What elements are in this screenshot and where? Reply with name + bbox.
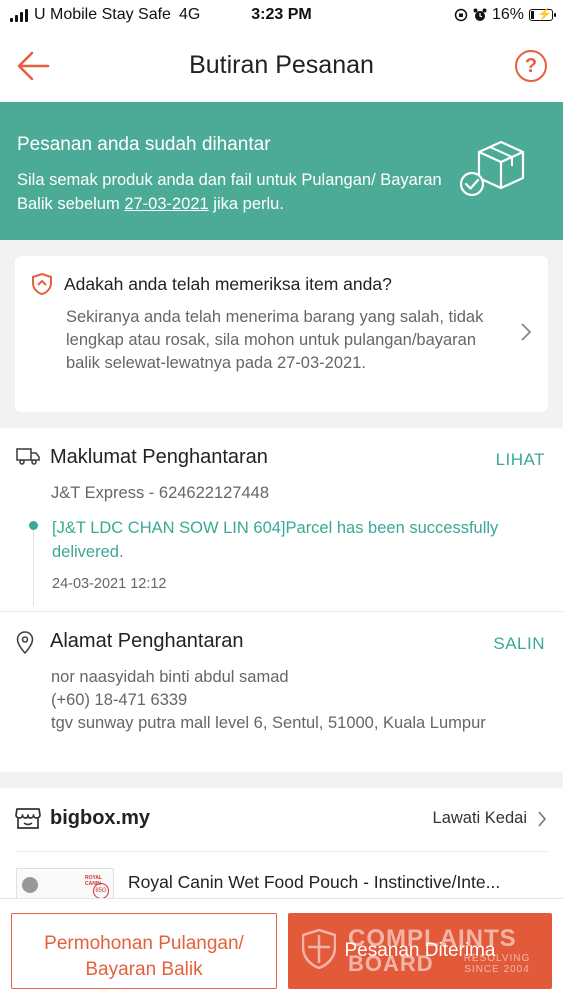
shipping-address-title: Alamat Penghantaran — [50, 630, 244, 652]
address-details: nor naasyidah binti abdul samad (+60) 18… — [51, 666, 521, 735]
recipient-street: tgv sunway putra mall level 6, Sentul, 5… — [51, 714, 486, 732]
orientation-lock-icon — [454, 8, 468, 22]
shield-icon — [32, 273, 52, 295]
return-refund-button[interactable]: Permohonan Pulangan/ Bayaran Balik — [11, 913, 277, 989]
check-item-description: Sekiranya anda telah menerima barang yan… — [66, 308, 484, 372]
visit-shop-link[interactable]: Lawati Kedai — [433, 809, 527, 828]
shipping-address-section: Alamat Penghantaran SALIN nor naasyidah … — [0, 612, 563, 772]
copy-address-link[interactable]: SALIN — [493, 634, 545, 654]
location-pin-icon — [16, 631, 34, 655]
tracking-timeline-line — [33, 526, 34, 606]
bottom-action-bar: Permohonan Pulangan/ Bayaran Balik Pesan… — [0, 898, 563, 1000]
watermark-logo: COMPLAINTS BOARD RESOLVING SINCE 2004 — [302, 921, 542, 981]
watermark-line-3: RESOLVING SINCE 2004 — [463, 953, 531, 975]
delivered-banner: Pesanan anda sudah dihantar Sila semak p… — [0, 102, 563, 240]
check-item-card[interactable]: Adakah anda telah memeriksa item anda? S… — [15, 256, 548, 412]
watermark-line-1: COMPLAINTS — [348, 925, 517, 952]
tracking-status-dot — [29, 521, 38, 530]
check-item-title: Adakah anda telah memeriksa item anda? — [64, 274, 392, 294]
shop-icon — [15, 808, 41, 829]
tracking-status-text: [J&T LDC CHAN SOW LIN 604]Parcel has bee… — [52, 519, 499, 561]
shop-divider — [15, 851, 548, 852]
return-deadline-date: 27-03-2021 — [124, 195, 209, 213]
watermark-shield-icon — [302, 929, 336, 969]
alarm-icon — [473, 8, 487, 21]
package-check-icon — [459, 140, 525, 197]
truck-icon — [16, 448, 40, 465]
recipient-name: nor naasyidah binti abdul samad — [51, 668, 289, 686]
battery-percent: 16% — [491, 6, 524, 23]
product-name[interactable]: Royal Canin Wet Food Pouch - Instinctive… — [128, 872, 500, 893]
courier-tracking-number: J&T Express - 624622127448 — [51, 484, 270, 502]
chevron-right-icon — [521, 323, 532, 341]
charging-icon: ⚡ — [537, 7, 552, 21]
shop-name[interactable]: bigbox.my — [50, 807, 150, 830]
banner-desc-tail: jika perlu. — [208, 195, 284, 213]
page-title: Butiran Pesanan — [189, 51, 374, 79]
view-tracking-link[interactable]: LIHAT — [496, 450, 545, 470]
shipping-info-section: Maklumat Penghantaran LIHAT J&T Express … — [0, 428, 563, 612]
shipping-info-title: Maklumat Penghantaran — [50, 446, 268, 468]
status-bar: U Mobile Stay Safe 4G 3:23 PM 16% ⚡ — [0, 0, 563, 32]
thumbnail-weight-badge: 85G — [93, 883, 109, 899]
recipient-phone: (+60) 18-471 6339 — [51, 691, 188, 709]
header: Butiran Pesanan ? — [0, 32, 563, 102]
banner-description: Sila semak produk anda dan fail untuk Pu… — [17, 168, 457, 216]
product-image-logo — [22, 877, 38, 893]
chevron-right-icon[interactable] — [537, 810, 547, 828]
status-right: 16% ⚡ — [454, 6, 556, 24]
help-icon[interactable]: ? — [515, 50, 547, 82]
battery-fill — [531, 11, 534, 19]
order-received-button[interactable]: Pesanan Diterima COMPLAINTS BOARD RESOLV… — [288, 913, 552, 989]
banner-title: Pesanan anda sudah dihantar — [17, 134, 271, 155]
watermark-line-2: BOARD — [348, 951, 434, 976]
tracking-timestamp: 24-03-2021 12:12 — [52, 576, 167, 592]
battery-icon: ⚡ — [529, 7, 556, 21]
